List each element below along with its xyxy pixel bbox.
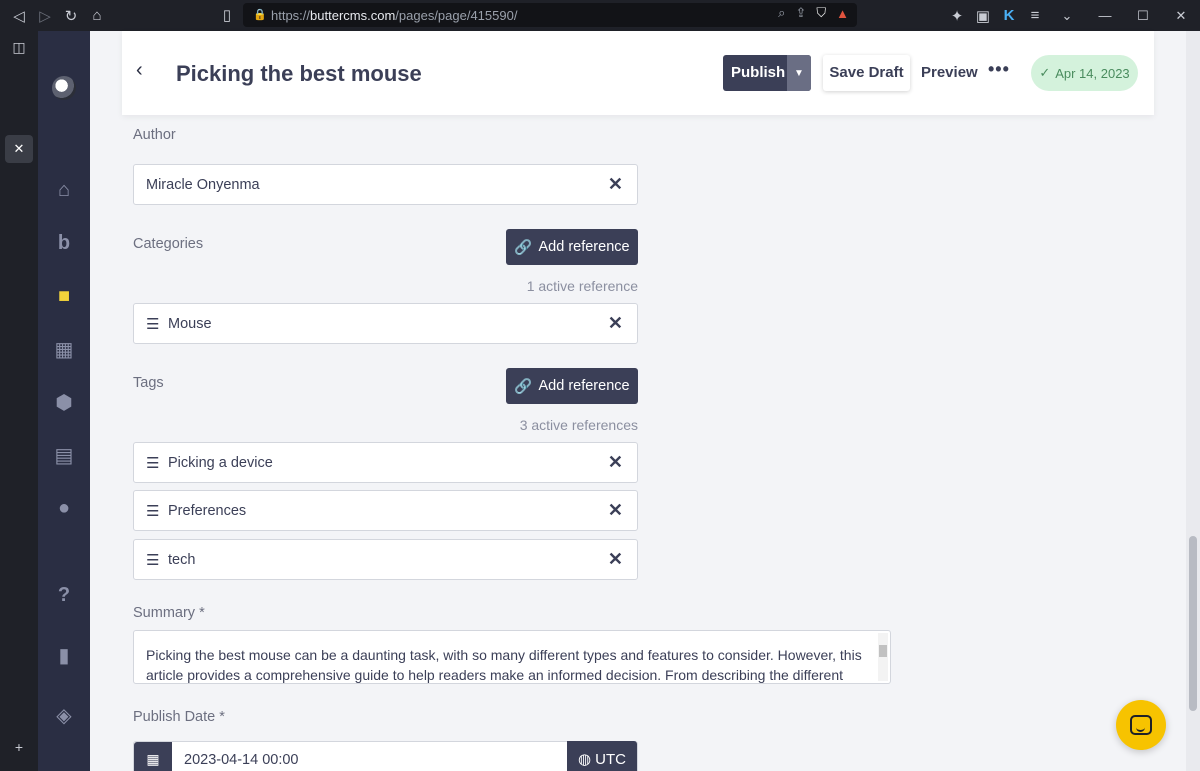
tabs-dropdown-icon[interactable]: ⌄ xyxy=(1048,8,1086,24)
wallet-icon[interactable]: ▣ xyxy=(970,3,996,29)
status-badge[interactable]: ✓ Apr 14, 2023 xyxy=(1031,55,1138,91)
calendar-icon[interactable]: ▦ xyxy=(134,742,172,771)
page-header: ‹ Picking the best mouse Publish ▼ Save … xyxy=(122,31,1154,115)
users-nav-icon[interactable]: ● xyxy=(50,494,78,522)
globe-icon: ◍ xyxy=(578,751,592,768)
timezone-button[interactable]: ◍ UTC xyxy=(567,741,637,771)
remove-tag-icon[interactable]: ✕ xyxy=(608,549,623,570)
back-nav-icon[interactable]: ◁ xyxy=(6,3,32,29)
drag-handle-icon[interactable]: ☰ xyxy=(146,454,159,472)
close-window-icon[interactable]: ✕ xyxy=(1162,8,1200,24)
share-icon[interactable]: ⇪ xyxy=(795,5,806,21)
main-content: ‹ Picking the best mouse Publish ▼ Save … xyxy=(90,31,1186,771)
summary-value: Picking the best mouse can be a daunting… xyxy=(146,647,862,683)
publish-date-value: 2023-04-14 00:00 xyxy=(184,752,299,768)
browser-toolbar: ◁ ▷ ↻ ⌂ ▯ 🔒 https://buttercms.com/pages/… xyxy=(0,0,1200,31)
summary-textarea[interactable]: Picking the best mouse can be a daunting… xyxy=(133,630,891,684)
tag-item-label: Preferences xyxy=(168,503,247,519)
url-prefix: https:// xyxy=(271,7,311,23)
drag-handle-icon[interactable]: ☰ xyxy=(146,502,159,520)
home-icon[interactable]: ⌂ xyxy=(84,3,110,29)
pages-nav-icon[interactable]: ■ xyxy=(50,282,78,310)
check-icon: ✓ xyxy=(1039,65,1051,80)
category-item-label: Mouse xyxy=(168,316,212,332)
status-date: Apr 14, 2023 xyxy=(1055,65,1130,81)
tag-item[interactable]: ☰ Preferences ✕ xyxy=(133,490,638,531)
rewards-icon[interactable]: ▲ xyxy=(836,6,849,21)
add-tag-reference-button[interactable]: 🔗 Add reference xyxy=(506,368,638,404)
page-title: Picking the best mouse xyxy=(176,61,422,86)
summary-scrollbar[interactable] xyxy=(878,633,888,681)
extensions-icon[interactable]: ✦ xyxy=(944,3,970,29)
drag-handle-icon[interactable]: ☰ xyxy=(146,551,159,569)
add-reference-label: Add reference xyxy=(538,378,630,394)
back-arrow-icon[interactable]: ‹ xyxy=(136,59,143,82)
app-sidebar: ⌂ b ■ ▦ ⬢ ▤ ● ? ▮ ◈ xyxy=(38,31,90,771)
add-panel-icon[interactable]: + xyxy=(9,739,29,759)
remove-author-icon[interactable]: ✕ xyxy=(608,174,623,195)
layers-nav-icon[interactable]: ◈ xyxy=(50,701,78,729)
page-scroll-thumb[interactable] xyxy=(1189,536,1197,711)
publish-date-input[interactable]: ▦ 2023-04-14 00:00 xyxy=(133,741,638,771)
tags-label: Tags xyxy=(133,375,164,391)
chevron-down-icon[interactable]: ▼ xyxy=(787,55,811,91)
extension-k-icon[interactable]: K xyxy=(996,3,1022,29)
tag-item-label: tech xyxy=(168,552,196,568)
components-nav-icon[interactable]: ⬢ xyxy=(50,388,78,416)
home-nav-icon[interactable]: ⌂ xyxy=(50,176,78,204)
more-options-icon[interactable]: ••• xyxy=(988,59,1010,80)
link-icon: 🔗 xyxy=(514,378,533,395)
tag-item[interactable]: ☰ tech ✕ xyxy=(133,539,638,580)
add-reference-label: Add reference xyxy=(538,239,630,255)
avatar[interactable] xyxy=(52,76,76,100)
reload-icon[interactable]: ↻ xyxy=(58,3,84,29)
chat-icon xyxy=(1130,715,1152,735)
address-bar[interactable]: 🔒 https://buttercms.com/pages/page/41559… xyxy=(243,3,857,27)
publish-date-label: Publish Date * xyxy=(133,709,225,725)
bookmark-icon[interactable]: ▯ xyxy=(214,2,240,28)
save-draft-button[interactable]: Save Draft xyxy=(823,55,910,91)
browser-sidebar: ◫ ✕ + xyxy=(0,31,38,771)
media-nav-icon[interactable]: ▤ xyxy=(50,441,78,469)
sidebar-toggle-icon[interactable]: ◫ xyxy=(9,39,29,59)
forward-nav-icon[interactable]: ▷ xyxy=(32,3,58,29)
shield-icon[interactable]: ⛉ xyxy=(816,5,826,21)
tags-count: 3 active references xyxy=(519,417,638,433)
author-field[interactable]: Miracle Onyenma ✕ xyxy=(133,164,638,205)
tag-item-label: Picking a device xyxy=(168,455,273,471)
docs-nav-icon[interactable]: ▮ xyxy=(50,641,78,669)
drag-handle-icon[interactable]: ☰ xyxy=(146,315,159,333)
maximize-icon[interactable]: ☐ xyxy=(1124,8,1162,24)
preview-button[interactable]: Preview xyxy=(921,64,978,81)
link-icon: 🔗 xyxy=(514,239,533,256)
remove-tag-icon[interactable]: ✕ xyxy=(608,452,623,473)
collections-nav-icon[interactable]: ▦ xyxy=(50,335,78,363)
zoom-icon[interactable]: ⌕ xyxy=(778,5,785,21)
minimize-icon[interactable]: — xyxy=(1086,8,1124,23)
categories-label: Categories xyxy=(133,236,204,252)
page-scrollbar[interactable] xyxy=(1186,31,1200,771)
remove-tag-icon[interactable]: ✕ xyxy=(608,500,623,521)
remove-category-icon[interactable]: ✕ xyxy=(608,313,623,334)
categories-count: 1 active reference xyxy=(526,278,638,294)
summary-label: Summary * xyxy=(133,605,205,621)
blog-nav-icon[interactable]: b xyxy=(50,229,78,257)
help-nav-icon[interactable]: ? xyxy=(50,581,78,609)
close-panel-icon[interactable]: ✕ xyxy=(5,135,33,163)
publish-label: Publish xyxy=(731,64,786,81)
timezone-label: UTC xyxy=(595,750,626,768)
author-label: Author xyxy=(133,127,176,143)
author-value: Miracle Onyenma xyxy=(146,177,260,193)
menu-icon[interactable]: ≡ xyxy=(1022,3,1048,29)
tag-item[interactable]: ☰ Picking a device ✕ xyxy=(133,442,638,483)
summary-scroll-thumb[interactable] xyxy=(879,645,887,657)
add-category-reference-button[interactable]: 🔗 Add reference xyxy=(506,229,638,265)
url-host: buttercms.com xyxy=(310,7,396,23)
publish-button[interactable]: Publish ▼ xyxy=(723,55,811,91)
url-path: /pages/page/415590/ xyxy=(395,7,518,23)
lock-icon: 🔒 xyxy=(253,9,267,21)
category-item[interactable]: ☰ Mouse ✕ xyxy=(133,303,638,344)
chat-launcher-button[interactable] xyxy=(1116,700,1166,750)
